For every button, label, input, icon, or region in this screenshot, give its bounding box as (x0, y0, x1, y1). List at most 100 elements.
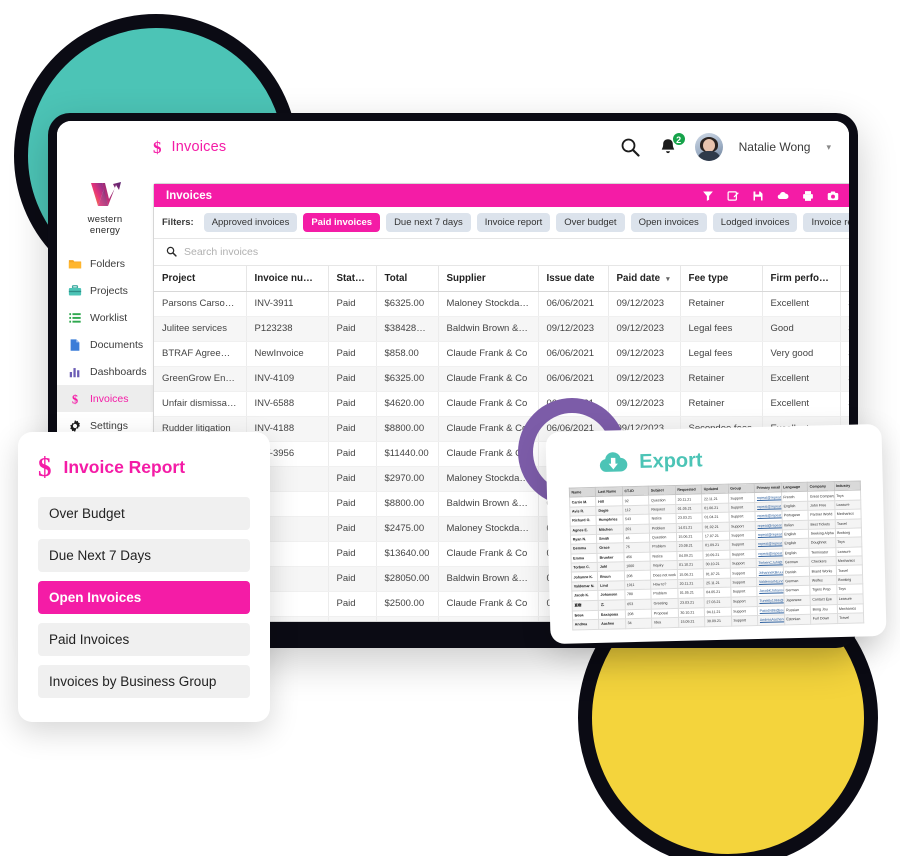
filter-chip[interactable]: Paid invoices (303, 212, 381, 232)
table-cell: Paid (328, 491, 377, 517)
sidebar-item-invoices[interactable]: $ Invoices (57, 385, 153, 413)
filter-chip[interactable]: Over budget (556, 212, 625, 232)
brand-logo[interactable]: western energy (57, 177, 153, 250)
table-cell: Retainer (680, 391, 763, 417)
table-row[interactable]: Unfair dismissal ... INV-6588 Paid $4620.00… (154, 391, 849, 417)
edit-icon[interactable] (727, 190, 739, 202)
search-icon[interactable] (619, 136, 641, 158)
export-table-cell: 直樹 (572, 599, 599, 611)
dollar-icon: $ (153, 137, 162, 157)
table-row[interactable]: BTRAF Agreement NewInvoice Paid $858.00 Clau… (154, 341, 849, 367)
table-cell: Paid (328, 291, 377, 317)
brand-logo-text: western energy (57, 214, 153, 236)
table-cell: Paid (328, 591, 377, 617)
filter-chip[interactable]: Open invoices (630, 212, 707, 232)
panel-header: Invoices (154, 184, 849, 208)
export-table-cell: 30.09.21 (704, 616, 732, 627)
filter-chip[interactable]: Invoice report (476, 212, 551, 232)
export-table-cell: Leasure (836, 593, 864, 605)
invoice-report-option[interactable]: Invoices by Business Group (38, 665, 250, 698)
panel-title: Invoices (166, 189, 213, 202)
column-header[interactable]: Fee type (680, 265, 763, 292)
invoice-report-options: Over Budget Due Next 7 Days Open Invoices P… (38, 497, 250, 698)
table-cell: 06/06/2021 (538, 366, 609, 392)
export-table-cell: Travel (837, 613, 864, 624)
sidebar-item-label: Documents (90, 338, 144, 351)
table-cell: 09/12/2023 (538, 316, 609, 342)
filter-icon[interactable] (702, 190, 714, 202)
bell-icon[interactable]: 2 (657, 132, 686, 158)
upload-icon[interactable] (777, 190, 789, 202)
camera-icon[interactable] (827, 190, 839, 202)
table-cell: $8800.00 (376, 416, 439, 442)
export-table-cell: Japanese (783, 594, 811, 606)
column-header[interactable]: Initial fee (840, 265, 849, 292)
chevron-down-icon[interactable]: ▾ (826, 142, 831, 153)
column-header[interactable]: Total (376, 265, 439, 292)
table-cell: 09/12/2023 (608, 391, 681, 417)
table-cell: $5500.00 (840, 391, 849, 417)
export-table-cell: Furl Down (810, 613, 838, 624)
avatar[interactable] (694, 133, 723, 161)
sidebar-item-label: Folders (90, 257, 126, 270)
table-row[interactable]: GreenGrow Ener... INV-4109 Paid $6325.00 Cla… (154, 366, 849, 392)
column-header[interactable]: Project (154, 265, 247, 292)
filter-chip[interactable]: Due next 7 days (386, 212, 471, 232)
sidebar-item-worklist[interactable]: Worklist (57, 304, 153, 331)
table-cell: BTRAF Agreement (154, 341, 247, 367)
invoice-report-option[interactable]: Open Invoices (38, 581, 250, 614)
sidebar-item-dashboards[interactable]: Dashboards (57, 358, 153, 385)
invoice-report-option[interactable]: Paid Invoices (38, 623, 250, 656)
filter-chip[interactable]: Lodged invoices (712, 212, 798, 232)
table-cell: $13640.00 (376, 541, 439, 567)
svg-text:$: $ (72, 392, 78, 406)
export-table-cell: 乙 (598, 599, 626, 611)
dollar-icon: $ (38, 452, 52, 482)
table-cell: INV-3911 (246, 291, 329, 317)
table-cell: Paid (328, 366, 377, 392)
table-cell: Paid (328, 516, 377, 542)
filter-chip[interactable]: Approved invoices (203, 212, 298, 232)
gear-icon (68, 419, 82, 433)
column-header[interactable]: Issue date (538, 265, 609, 292)
document-icon (68, 338, 82, 352)
user-name[interactable]: Natalie Wong (739, 140, 811, 154)
table-cell: Good (762, 316, 841, 342)
invoice-report-option[interactable]: Due Next 7 Days (38, 539, 250, 572)
table-row[interactable]: Julitee services P123238 Paid $384285.00 Bal… (154, 316, 849, 342)
table-row[interactable]: Parsons Carson ... INV-3911 Paid $6325.00 Ma… (154, 291, 849, 317)
export-table-cell: Aachen (599, 618, 626, 630)
export-table-cell: 27.03.21 (704, 596, 732, 608)
search-row[interactable]: Search invoices (154, 239, 849, 266)
column-header[interactable]: Invoice number ... (246, 265, 329, 292)
filter-chip[interactable]: Invoice report by business unit (803, 212, 849, 232)
sidebar-item-projects[interactable]: Projects (57, 277, 153, 304)
table-cell: Paid (328, 441, 377, 467)
sidebar-item-folders[interactable]: Folders (57, 250, 153, 277)
sidebar-item-documents[interactable]: Documents (57, 331, 153, 358)
export-table-cell: AndreaAachen@telecom.us (757, 615, 785, 626)
export-table-cell: Greeting (651, 597, 679, 609)
invoice-report-card-header: $ Invoice Report (38, 454, 250, 481)
filters-label: Filters: (162, 216, 194, 228)
table-cell: 09/12/2023 (608, 316, 681, 342)
column-header[interactable]: Firm performan... (762, 265, 841, 292)
column-header[interactable]: Supplier (438, 265, 539, 292)
sidebar-item-label: Invoices (90, 392, 129, 405)
table-cell: Retainer (680, 291, 763, 317)
save-icon[interactable] (752, 190, 764, 202)
search-input[interactable]: Search invoices (184, 246, 258, 258)
table-cell: $6000.00 (840, 366, 849, 392)
table-cell: Paid (328, 541, 377, 567)
avatar-body (696, 151, 721, 161)
sidebar-nav: Folders Projects Worklist Documents Dashboar… (57, 250, 153, 439)
print-icon[interactable] (802, 190, 814, 202)
table-cell: $11440.00 (376, 441, 439, 467)
sort-caret-icon[interactable]: ▾ (666, 276, 670, 283)
column-header-label: Firm performan... (770, 272, 840, 284)
column-header[interactable]: Paid date ▾ (608, 265, 681, 292)
column-header-label: Invoice number ... (254, 272, 328, 284)
column-header-label: Issue date (546, 272, 595, 284)
invoice-report-option[interactable]: Over Budget (38, 497, 250, 530)
column-header[interactable]: State ... (328, 265, 377, 292)
